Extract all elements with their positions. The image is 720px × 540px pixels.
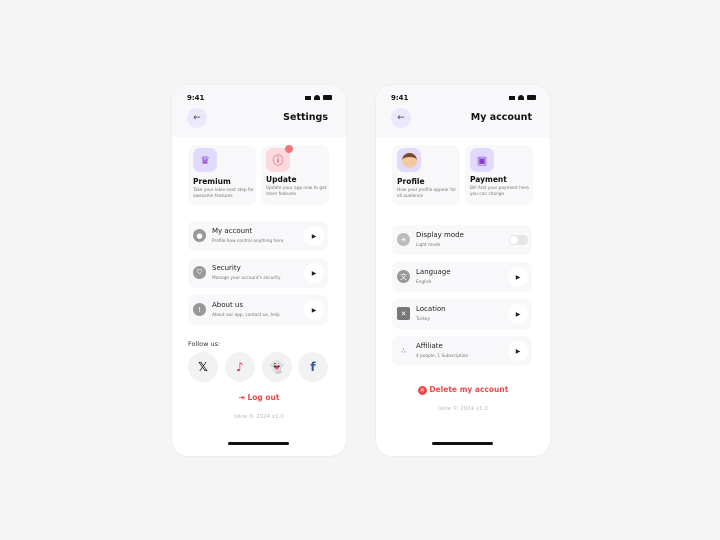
snapchat-button[interactable]: 👻 (262, 352, 292, 382)
status-icons (509, 95, 536, 100)
home-indicator (228, 442, 289, 445)
delete-label: Delete my account (429, 385, 509, 394)
affiliate-item[interactable]: ∴ Affiliate 4 people, 1 Subscription ▶ (392, 336, 532, 366)
card-title: Premium (193, 177, 231, 186)
security-item[interactable]: ⛉ Security Manage your account's securit… (188, 258, 328, 288)
shield-icon: ⛉ (193, 266, 206, 279)
chevron-right-icon[interactable]: ▶ (304, 263, 324, 283)
profile-card[interactable]: Profile How your profile appear for all … (392, 145, 460, 205)
header: 9:41 ← Settings (172, 85, 346, 137)
account-screen: 9:41 ← My account Profile How your profi… (376, 85, 550, 456)
display-mode-item[interactable]: ☀ Display mode Light mode (392, 225, 532, 255)
page-title: My account (470, 112, 532, 123)
close-circle-icon: ✕ (417, 385, 427, 395)
item-label: My account (212, 227, 253, 235)
header: 9:41 ← My account (376, 85, 550, 137)
my-account-item[interactable]: ● My account Profile how control anythin… (188, 221, 328, 251)
item-sub: Turkey (416, 317, 430, 322)
home-indicator (432, 442, 493, 445)
item-label: About us (212, 301, 244, 309)
language-icon: 文 (397, 270, 410, 283)
alert-icon: ⓘ (266, 145, 293, 172)
item-sub: Light mode (416, 243, 441, 248)
display-mode-toggle[interactable] (509, 235, 528, 245)
card-desc: Bill And your payment here you can chang… (470, 186, 529, 197)
facebook-button[interactable]: f (298, 352, 328, 382)
premium-card[interactable]: ♛ Premium Take your lokie next step for … (188, 145, 256, 205)
card-title: Payment (470, 175, 507, 184)
status-time: 9:41 (391, 94, 409, 102)
update-card[interactable]: ⓘ Update Update your app now to get more… (261, 145, 329, 205)
tiktok-button[interactable]: ♪ (225, 352, 255, 382)
x-button[interactable]: 𝕏 (188, 352, 218, 382)
notification-dot (285, 145, 293, 153)
status-time: 9:41 (187, 94, 205, 102)
back-button[interactable]: ← (187, 108, 207, 128)
back-button[interactable]: ← (391, 108, 411, 128)
card-desc: Update your app now to get more features (266, 186, 327, 197)
copyright: lokie © 2024 v1.0 (234, 414, 284, 420)
item-sub: English (416, 280, 432, 285)
page-title: Settings (283, 112, 328, 123)
chevron-right-icon[interactable]: ▶ (508, 267, 528, 287)
about-us-item[interactable]: ! About us About our app, contact us, he… (188, 295, 328, 325)
item-label: Display mode (416, 231, 464, 239)
sun-icon: ☀ (397, 233, 410, 246)
arrow-left-icon: ← (397, 113, 405, 123)
card-desc: Take your lokie next step for awesome fe… (193, 188, 254, 199)
user-icon: ● (193, 229, 206, 242)
logout-button[interactable]: ⇥ Log out (172, 393, 346, 402)
follow-label: Follow us: (188, 340, 221, 348)
item-sub: Manage your account's security (212, 276, 281, 281)
crown-icon: ♛ (193, 148, 217, 172)
payment-card[interactable]: ▣ Payment Bill And your payment here you… (465, 145, 533, 205)
item-label: Affiliate (416, 342, 443, 350)
location-item[interactable]: ✕ Location Turkey ▶ (392, 299, 532, 329)
arrow-left-icon: ← (193, 113, 201, 123)
chevron-right-icon[interactable]: ▶ (508, 341, 528, 361)
avatar-icon (397, 148, 421, 172)
network-icon: ∴ (401, 346, 406, 355)
logout-label: Log out (247, 393, 280, 402)
status-icons (305, 95, 332, 100)
item-sub: 4 people, 1 Subscription (416, 354, 469, 359)
delete-account-button[interactable]: ✕ Delete my account (376, 385, 550, 395)
chevron-right-icon[interactable]: ▶ (304, 226, 324, 246)
card-title: Update (266, 175, 297, 184)
chevron-right-icon[interactable]: ▶ (304, 300, 324, 320)
map-icon: ✕ (397, 307, 410, 320)
settings-screen: 9:41 ← Settings ♛ Premium Take your loki… (172, 85, 346, 456)
card-title: Profile (397, 177, 425, 186)
card-desc: How your profile appear for all audience (397, 188, 457, 199)
language-item[interactable]: 文 Language English ▶ (392, 262, 532, 292)
item-label: Security (212, 264, 241, 272)
item-sub: Profile how control anything here (212, 239, 284, 244)
item-label: Language (416, 268, 451, 276)
wallet-icon: ▣ (470, 148, 494, 172)
info-icon: ! (193, 303, 206, 316)
copyright: lokie © 2024 v1.0 (438, 406, 488, 412)
item-sub: About our app, contact us, help (212, 313, 280, 318)
item-label: Location (416, 305, 446, 313)
chevron-right-icon[interactable]: ▶ (508, 304, 528, 324)
